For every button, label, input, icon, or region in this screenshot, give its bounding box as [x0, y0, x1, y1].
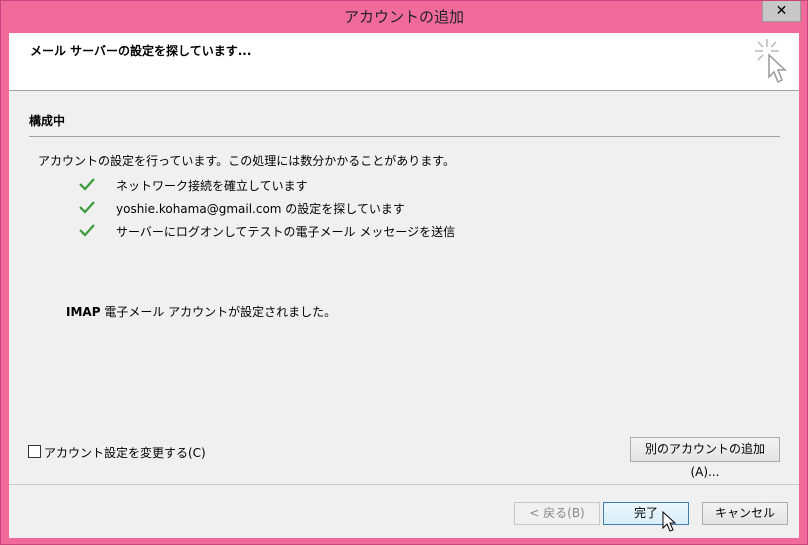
change-settings-label[interactable]: アカウント設定を変更する(C) — [44, 444, 206, 461]
section-divider — [29, 136, 780, 137]
wizard-cursor-sparkle-icon — [755, 39, 787, 84]
step-label: ネットワーク接続を確立しています — [116, 179, 308, 193]
header-title: メール サーバーの設定を探しています... — [30, 44, 252, 58]
checkmark-icon — [79, 201, 95, 214]
progress-step: ネットワーク接続を確立しています — [79, 176, 679, 199]
progress-step: サーバーにログオンしてテストの電子メール メッセージを送信 — [79, 222, 679, 245]
progress-steps: ネットワーク接続を確立しています yoshie.kohama@gmail.com… — [79, 176, 679, 245]
result-text: 電子メール アカウントが設定されました。 — [100, 305, 337, 319]
mouse-pointer-icon — [662, 511, 677, 532]
change-settings-checkbox[interactable] — [28, 445, 41, 458]
title-bar[interactable]: アカウントの追加 ✕ — [1, 1, 807, 33]
add-account-dialog: アカウントの追加 ✕ メール サーバーの設定を探しています... 構成中 アカウ… — [0, 0, 808, 545]
step-label: yoshie.kohama@gmail.com の設定を探しています — [116, 202, 405, 216]
window-title: アカウントの追加 — [343, 8, 464, 26]
checkmark-icon — [79, 178, 95, 191]
add-another-account-button[interactable]: 別のアカウントの追加(A)... — [630, 437, 780, 479]
dialog-client-area: メール サーバーの設定を探しています... 構成中 アカウントの設定を行っていま… — [9, 33, 799, 538]
close-button[interactable]: ✕ — [762, 1, 801, 22]
result-protocol: IMAP — [66, 305, 101, 319]
section-title: 構成中 — [29, 114, 66, 128]
step-label: サーバーにログオンしてテストの電子メール メッセージを送信 — [116, 225, 456, 239]
close-icon: ✕ — [775, 3, 788, 19]
footer-divider — [9, 484, 799, 485]
back-button[interactable]: < 戻る(B) — [514, 502, 600, 525]
header-band: メール サーバーの設定を探しています... — [9, 33, 799, 91]
progress-step: yoshie.kohama@gmail.com の設定を探しています — [79, 199, 679, 222]
checkmark-icon — [79, 224, 95, 237]
intro-text: アカウントの設定を行っています。この処理には数分かかることがあります。 — [38, 154, 456, 168]
cancel-button[interactable]: キャンセル — [702, 502, 788, 525]
result-message: IMAP 電子メール アカウントが設定されました。 — [66, 303, 336, 320]
